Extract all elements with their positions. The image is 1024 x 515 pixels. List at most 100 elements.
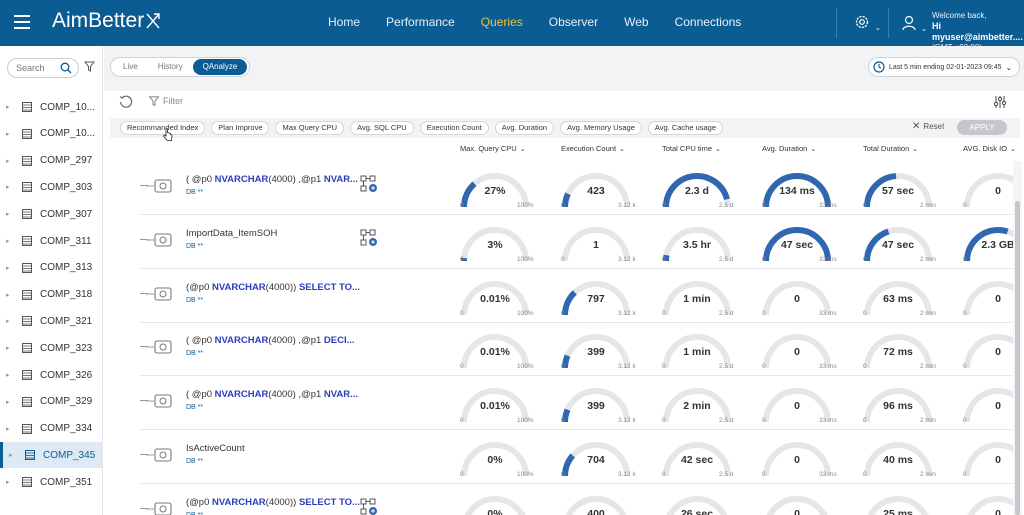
chip-filter[interactable]: Max Query CPU bbox=[275, 121, 345, 135]
execution-plan-icon[interactable] bbox=[360, 498, 378, 515]
sidebar-item-server[interactable]: ▸ COMP_334 bbox=[0, 416, 102, 442]
tab-live[interactable]: Live bbox=[113, 59, 148, 75]
chevron-right-icon[interactable]: ▸ bbox=[6, 103, 14, 111]
table-row[interactable]: ( @p0 NVARCHAR(4000) ,@p1 NVAR... DB ** 27… bbox=[140, 161, 1016, 215]
chevron-right-icon[interactable]: ▸ bbox=[6, 130, 14, 138]
chevron-right-icon[interactable]: ▸ bbox=[6, 398, 14, 406]
column-settings-icon[interactable] bbox=[993, 95, 1007, 109]
sidebar-item-server[interactable]: ▸ COMP_10... bbox=[0, 121, 102, 147]
chevron-right-icon[interactable]: ▸ bbox=[6, 425, 14, 433]
gauge-min: 0 bbox=[460, 309, 464, 317]
sidebar-item-server[interactable]: ▸ COMP_351 bbox=[0, 469, 102, 495]
divider bbox=[888, 8, 889, 38]
menu-icon[interactable] bbox=[14, 15, 30, 29]
gauge-min: 0 bbox=[762, 363, 766, 371]
sidebar-item-server[interactable]: ▸ COMP_329 bbox=[0, 389, 102, 415]
chevron-right-icon[interactable]: ▸ bbox=[9, 451, 17, 459]
query-name[interactable]: IsActiveCount bbox=[186, 443, 245, 454]
chip-filter[interactable]: Avg. Duration bbox=[494, 121, 555, 135]
gauge-value: 72 ms bbox=[883, 346, 913, 359]
search-icon[interactable] bbox=[60, 62, 72, 74]
chip-filter[interactable]: Plan Improve bbox=[211, 121, 270, 135]
table-row[interactable]: IsActiveCount DB ** 0% 0 100% 704 0 3.12 k 42 se… bbox=[140, 430, 1016, 484]
server-icon bbox=[22, 102, 32, 112]
chevron-right-icon[interactable]: ▸ bbox=[6, 344, 14, 352]
apply-button[interactable]: APPLY bbox=[957, 120, 1007, 135]
server-label: COMP_10... bbox=[40, 101, 96, 113]
vertical-scrollbar[interactable] bbox=[1013, 161, 1022, 515]
nav-item-web[interactable]: Web bbox=[614, 0, 658, 46]
sidebar-item-server[interactable]: ▸ COMP_311 bbox=[0, 228, 102, 254]
table-row[interactable]: (@p0 NVARCHAR(4000)) SELECT TO... DB ** 0.… bbox=[140, 269, 1016, 323]
column-header[interactable]: Max. Query CPU ⌄ bbox=[460, 144, 526, 153]
table-row[interactable]: (@p0 NVARCHAR(4000)) SELECT TO...DB **0%… bbox=[140, 484, 1016, 515]
app-logo[interactable]: AimBetter bbox=[52, 9, 161, 33]
server-label: COMP_303 bbox=[40, 181, 93, 193]
table-row[interactable]: ImportData_ItemSOH DB ** 3% 0 100% 1 0 3.12 k 3.… bbox=[140, 215, 1016, 269]
query-name[interactable]: (@p0 NVARCHAR(4000)) SELECT TO... bbox=[186, 282, 360, 293]
query-name-part: SELECT TO... bbox=[298, 496, 360, 508]
reset-button[interactable]: ✕ Reset bbox=[912, 121, 944, 132]
sidebar-item-server[interactable]: ▸ COMP_345 bbox=[0, 442, 102, 469]
nav-item-connections[interactable]: Connections bbox=[665, 0, 752, 46]
column-header[interactable]: Total CPU time ⌄ bbox=[662, 144, 721, 153]
chevron-right-icon[interactable]: ▸ bbox=[6, 157, 14, 165]
metric-gauge: 26 sec02.5 d bbox=[662, 484, 752, 515]
query-name[interactable]: ( @p0 NVARCHAR(4000) ,@p1 DECI... bbox=[186, 335, 355, 346]
chip-filter[interactable]: Avg. SQL CPU bbox=[350, 121, 414, 135]
nav-item-observer[interactable]: Observer bbox=[539, 0, 608, 46]
filter-button[interactable]: Filter bbox=[149, 96, 183, 106]
chip-filter[interactable]: Avg. Memory Usage bbox=[560, 121, 642, 135]
chip-filter[interactable]: Avg. Cache usage bbox=[647, 121, 724, 135]
sidebar-item-server[interactable]: ▸ COMP_307 bbox=[0, 201, 102, 227]
tab-history[interactable]: History bbox=[148, 59, 193, 75]
metric-gauge: 25 ms02 min bbox=[863, 484, 953, 515]
user-menu-button[interactable]: ⌄ bbox=[902, 15, 927, 36]
column-header[interactable]: Avg. Duration ⌄ bbox=[762, 144, 816, 153]
gauge-max: 33 ms bbox=[819, 417, 837, 425]
chevron-right-icon[interactable]: ▸ bbox=[6, 183, 14, 191]
sidebar-item-server[interactable]: ▸ COMP_297 bbox=[0, 148, 102, 174]
query-name[interactable]: ( @p0 NVARCHAR(4000) ,@p1 NVAR... bbox=[186, 174, 358, 185]
chevron-right-icon[interactable]: ▸ bbox=[6, 210, 14, 218]
nav-item-queries[interactable]: Queries bbox=[471, 0, 533, 46]
column-header[interactable]: Execution Count ⌄ bbox=[561, 144, 625, 153]
table-row[interactable]: ( @p0 NVARCHAR(4000) ,@p1 DECI... DB ** 0.… bbox=[140, 322, 1016, 377]
tab-qanalyze[interactable]: QAnalyze bbox=[192, 59, 248, 75]
chip-filter[interactable]: Execution Count bbox=[419, 121, 489, 135]
sidebar-item-server[interactable]: ▸ COMP_318 bbox=[0, 282, 102, 308]
nav-item-performance[interactable]: Performance bbox=[376, 0, 465, 46]
refresh-icon[interactable] bbox=[119, 95, 133, 109]
gauge-min: 0 bbox=[561, 417, 565, 425]
sidebar-item-server[interactable]: ▸ COMP_10... bbox=[0, 94, 102, 120]
table-row[interactable]: ( @p0 NVARCHAR(4000) ,@p1 NVAR... DB ** 0.… bbox=[140, 376, 1016, 431]
chevron-right-icon[interactable]: ▸ bbox=[6, 478, 14, 486]
sidebar-item-server[interactable]: ▸ COMP_313 bbox=[0, 255, 102, 281]
query-name[interactable]: ( @p0 NVARCHAR(4000) ,@p1 NVAR... bbox=[186, 389, 358, 400]
search-input[interactable]: Search bbox=[7, 58, 79, 78]
filter-icon[interactable] bbox=[84, 61, 95, 72]
chevron-right-icon[interactable]: ▸ bbox=[6, 317, 14, 325]
settings-button[interactable]: ⌄ bbox=[854, 14, 881, 35]
nav-item-home[interactable]: Home bbox=[318, 0, 370, 46]
date-range-picker[interactable]: Last 5 min ending 02-01-2023 09:45 ⌄ bbox=[868, 57, 1020, 77]
column-header[interactable]: AVG. Disk IO ⌄ bbox=[963, 144, 1016, 153]
scrollbar-thumb[interactable] bbox=[1015, 201, 1020, 515]
query-name[interactable]: (@p0 NVARCHAR(4000)) SELECT TO... bbox=[186, 497, 360, 508]
sidebar-item-server[interactable]: ▸ COMP_323 bbox=[0, 335, 102, 361]
gauge-value: 797 bbox=[587, 292, 605, 305]
gauge-max: 33 ms bbox=[819, 202, 837, 209]
query-name[interactable]: ImportData_ItemSOH bbox=[186, 228, 277, 239]
chevron-right-icon[interactable]: ▸ bbox=[6, 264, 14, 272]
execution-plan-icon[interactable] bbox=[360, 229, 378, 247]
sidebar-item-server[interactable]: ▸ COMP_321 bbox=[0, 308, 102, 334]
chevron-right-icon[interactable]: ▸ bbox=[6, 291, 14, 299]
gauge-min: 0 bbox=[963, 309, 967, 317]
chevron-right-icon[interactable]: ▸ bbox=[6, 237, 14, 245]
execution-plan-icon[interactable] bbox=[360, 175, 378, 193]
sidebar-item-server[interactable]: ▸ COMP_303 bbox=[0, 174, 102, 200]
sidebar-item-server[interactable]: ▸ COMP_326 bbox=[0, 362, 102, 388]
gauge-value: 25 ms bbox=[883, 507, 913, 515]
column-header[interactable]: Total Duration ⌄ bbox=[863, 144, 918, 153]
chevron-right-icon[interactable]: ▸ bbox=[6, 371, 14, 379]
